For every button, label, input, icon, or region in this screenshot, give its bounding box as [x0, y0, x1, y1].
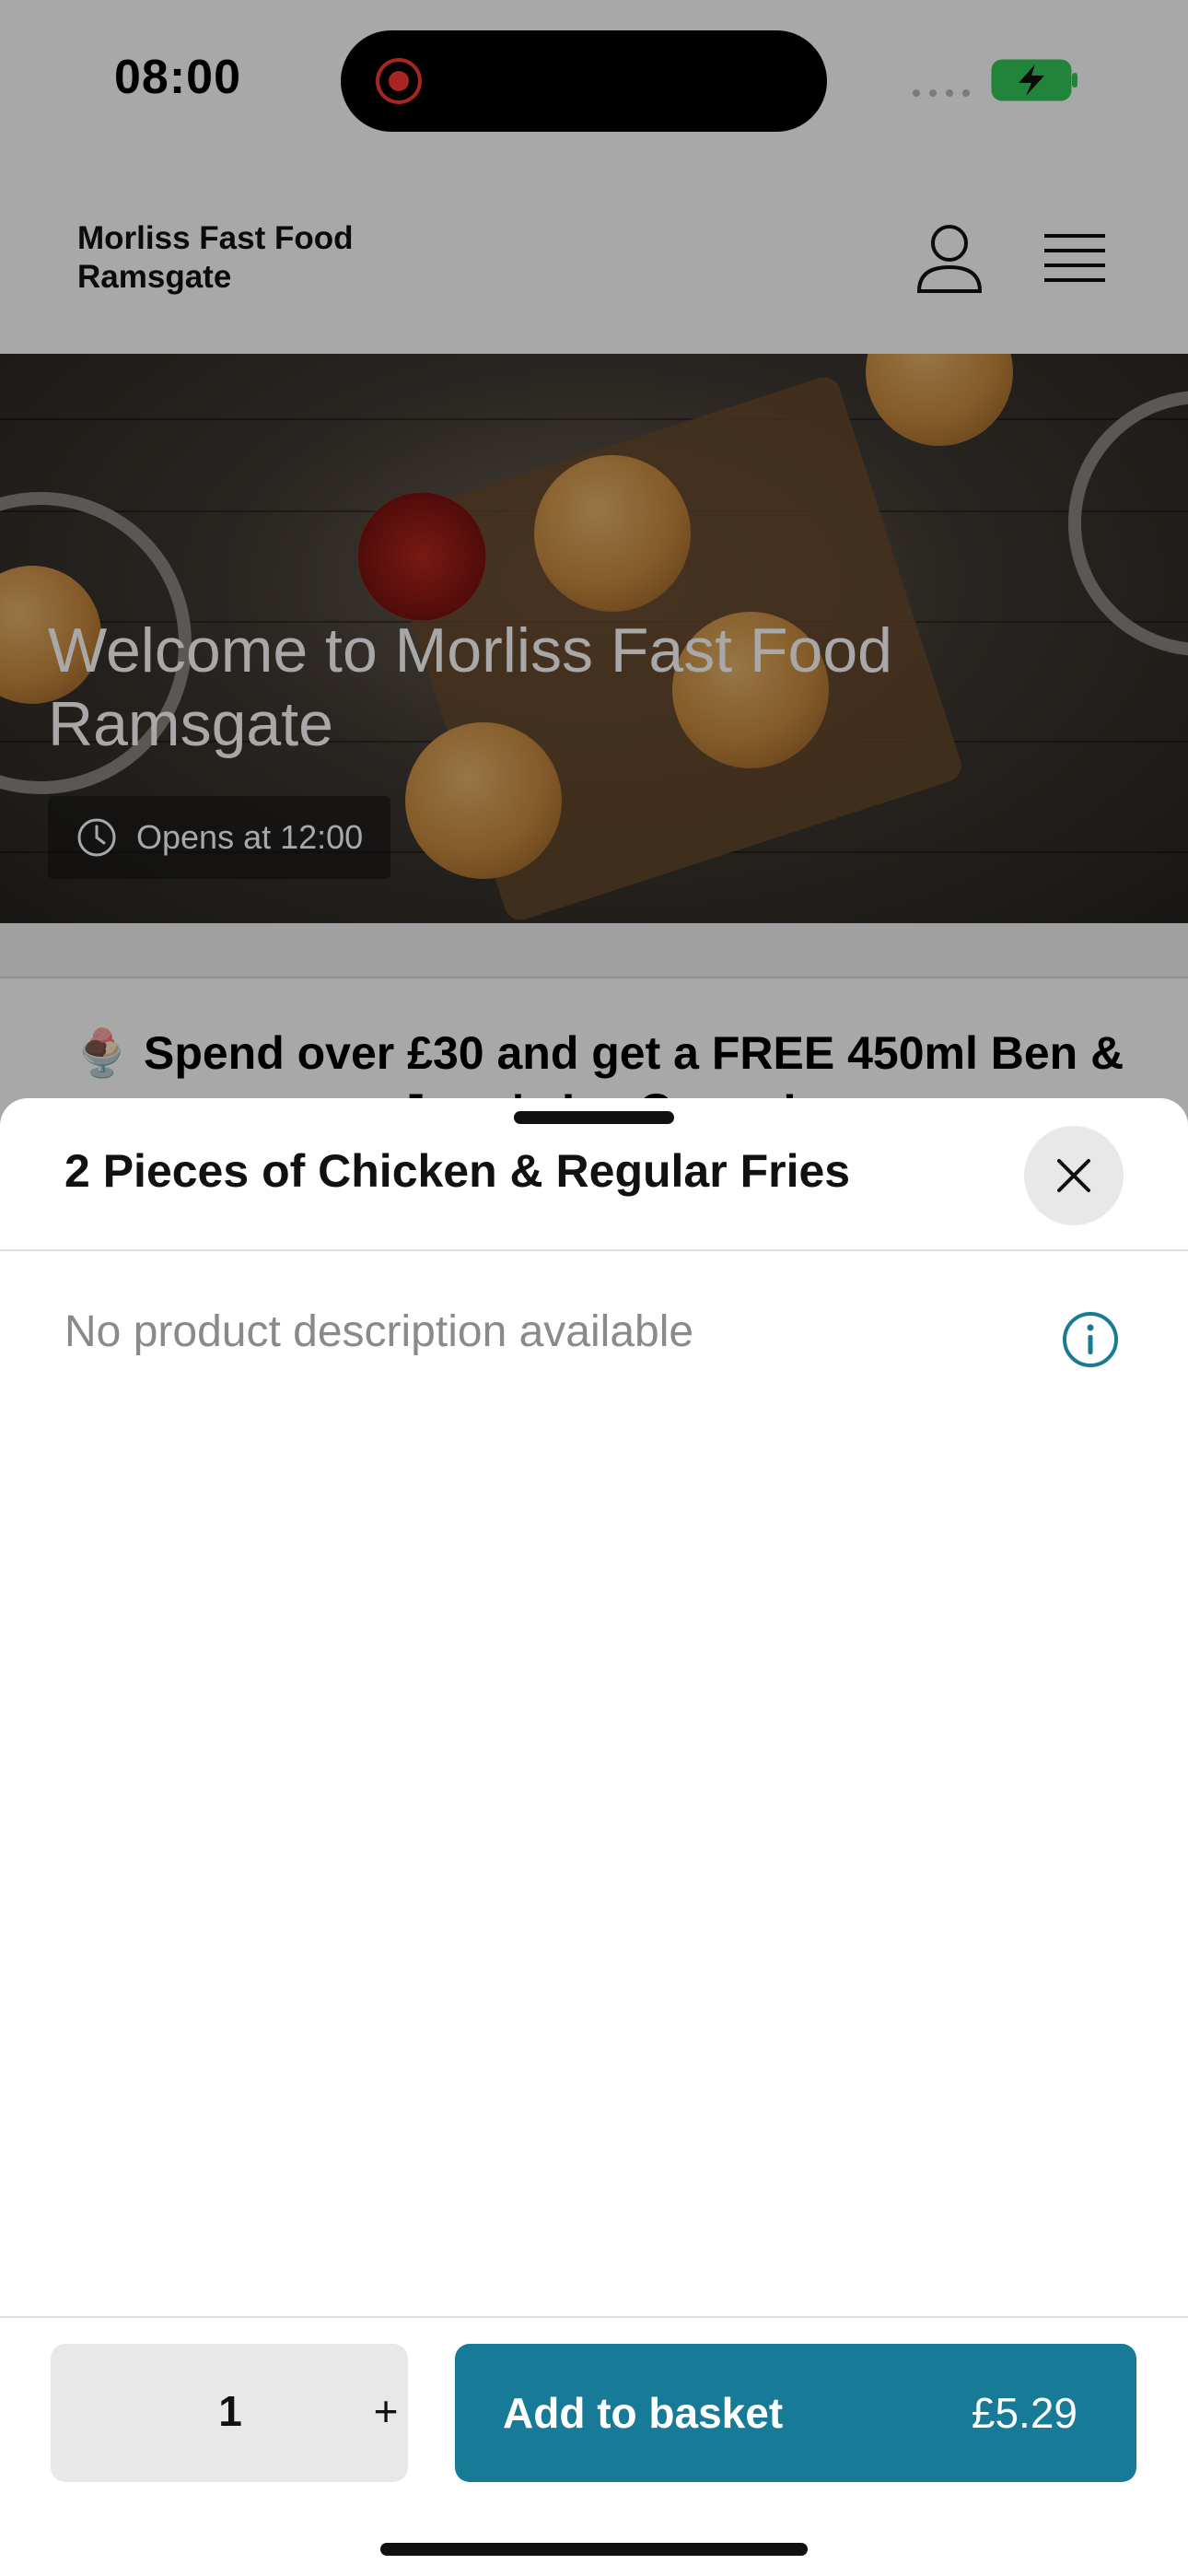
add-to-basket-label: Add to basket [503, 2389, 784, 2437]
product-title: 2 Pieces of Chicken & Regular Fries [64, 1145, 851, 1197]
divider [0, 1249, 1188, 1251]
home-indicator[interactable] [380, 2543, 808, 2556]
quantity-stepper: 1 + [51, 2344, 408, 2482]
product-sheet: 2 Pieces of Chicken & Regular Fries No p… [0, 1098, 1188, 2576]
increase-quantity-button[interactable]: + [360, 2385, 412, 2437]
add-to-basket-button[interactable]: Add to basket £5.29 [455, 2344, 1136, 2482]
product-price: £5.29 [971, 2389, 1077, 2437]
close-icon [1057, 1159, 1090, 1192]
sheet-drag-handle[interactable] [514, 1111, 674, 1124]
close-button[interactable] [1024, 1126, 1124, 1225]
divider [0, 2316, 1188, 2318]
info-icon[interactable] [1061, 1310, 1120, 1369]
quantity-value: 1 [218, 2387, 242, 2435]
product-description: No product description available [64, 1307, 694, 1356]
